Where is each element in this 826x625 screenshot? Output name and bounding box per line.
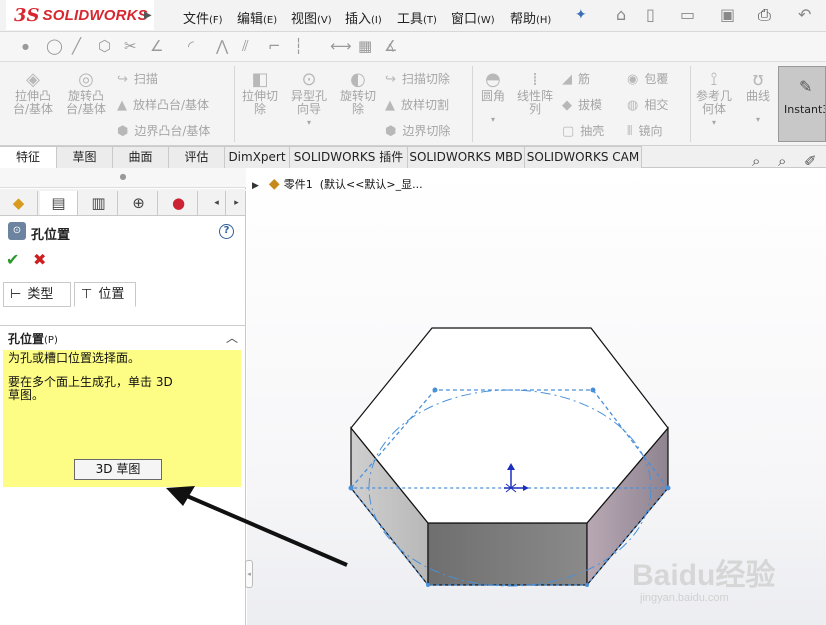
watermark: Baidu经验 <box>632 559 776 592</box>
watermark-url: jingyan.baidu.com <box>640 592 729 604</box>
callout-arrow <box>166 486 348 567</box>
model-view <box>166 327 671 587</box>
hex-side-face-front <box>427 522 588 586</box>
